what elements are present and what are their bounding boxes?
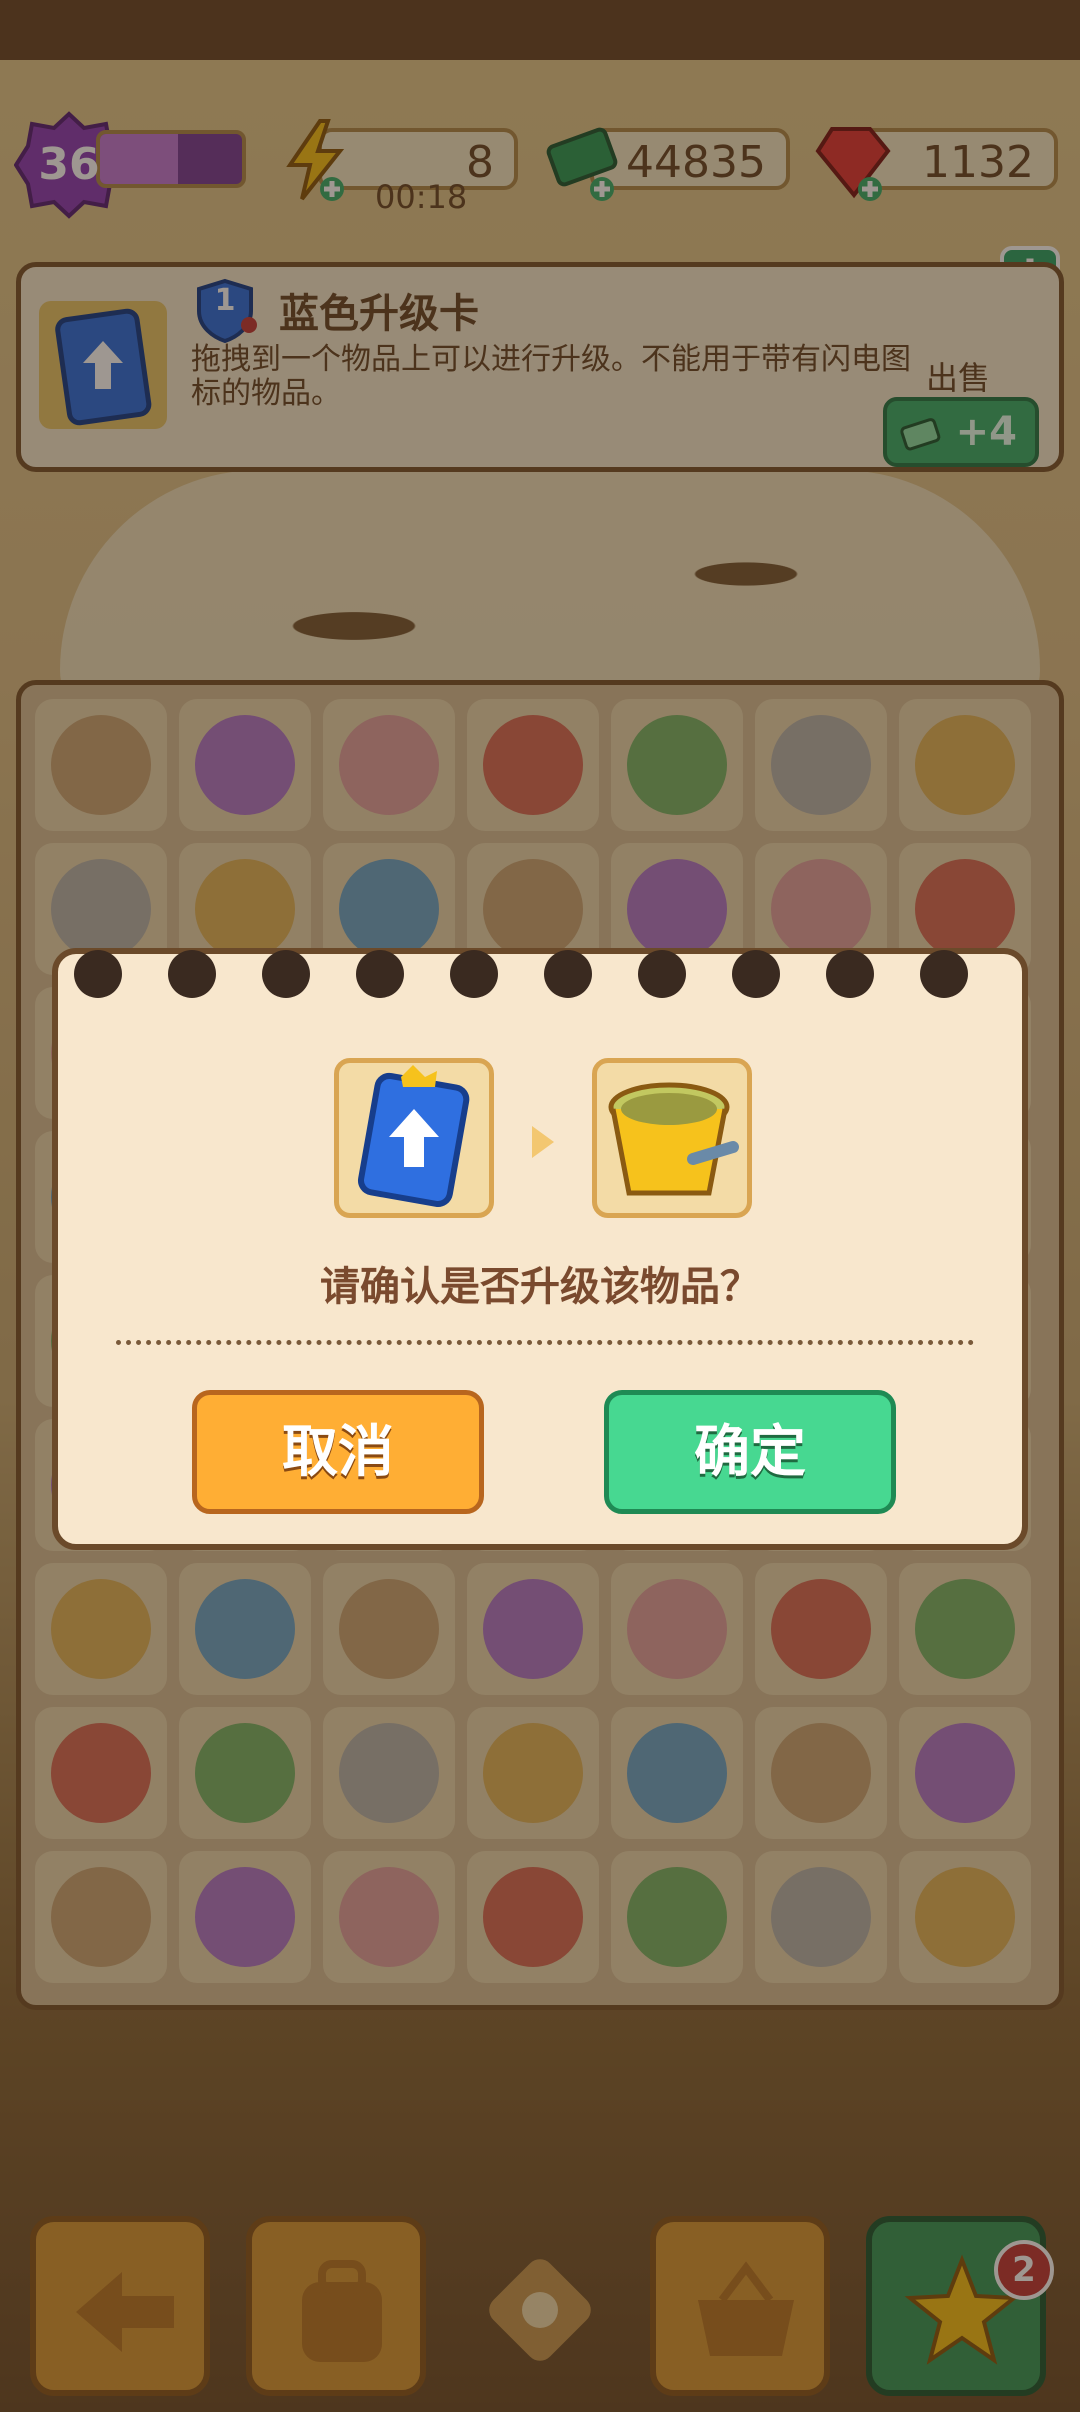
yellow-bucket-icon: [608, 1082, 739, 1196]
binding-ring: [920, 950, 968, 998]
target-item-slot: [592, 1058, 752, 1218]
binding-ring: [262, 950, 310, 998]
binding-ring: [168, 950, 216, 998]
dotted-divider: [116, 1340, 974, 1345]
arrow-right-icon: [532, 1126, 554, 1158]
confirm-button[interactable]: 确定: [604, 1390, 896, 1514]
binding-ring: [356, 950, 404, 998]
binding-ring: [826, 950, 874, 998]
binding-ring: [544, 950, 592, 998]
upgrade-confirm-dialog: 请确认是否升级该物品？ 取消 确定: [52, 948, 1028, 1550]
cancel-button[interactable]: 取消: [192, 1390, 484, 1514]
binding-ring: [74, 950, 122, 998]
source-item-slot: [334, 1058, 494, 1218]
binding-ring: [450, 950, 498, 998]
confirm-question: 请确认是否升级该物品？: [320, 1264, 760, 1310]
binding-ring: [638, 950, 686, 998]
binding-ring: [732, 950, 780, 998]
blue-upgrade-card-icon: [357, 1065, 470, 1207]
